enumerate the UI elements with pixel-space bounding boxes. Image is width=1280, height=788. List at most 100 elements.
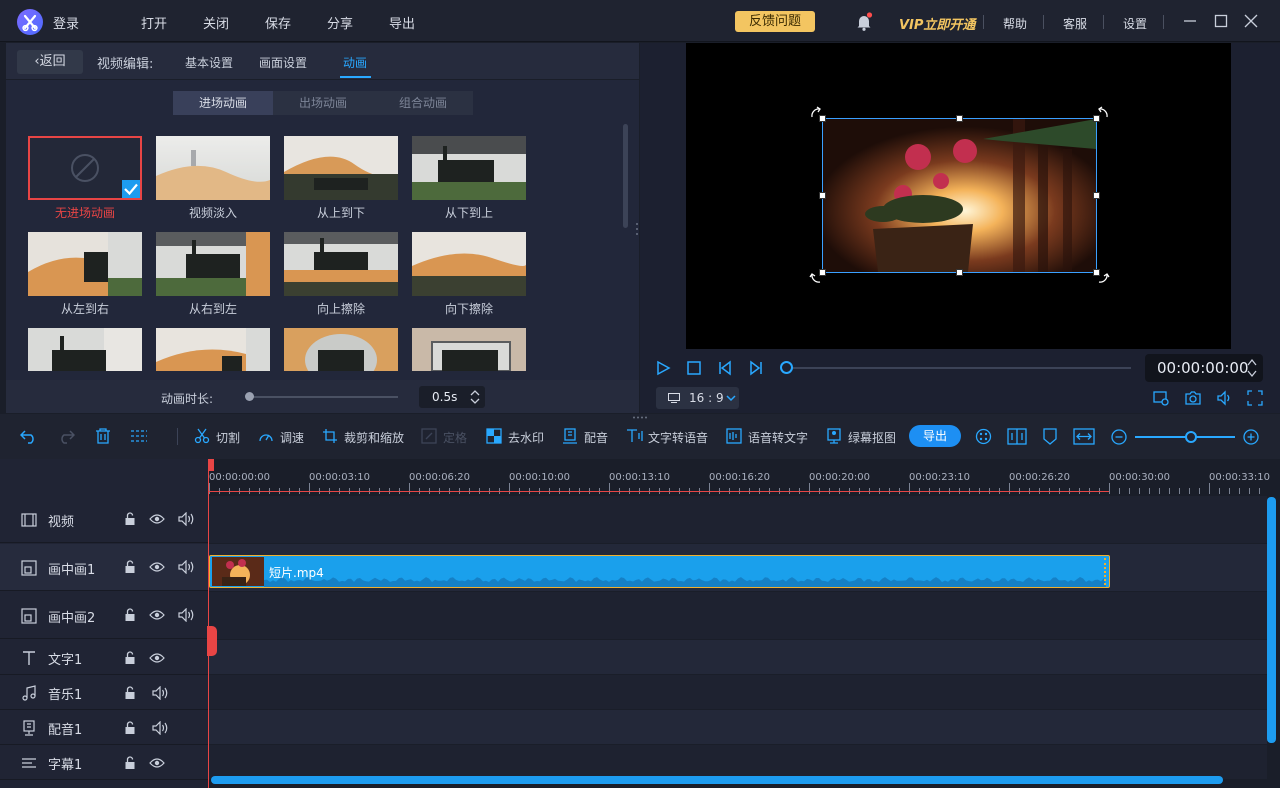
playhead[interactable] [208, 459, 209, 788]
track-row-subtitle1[interactable] [209, 745, 1267, 779]
crop-icon[interactable] [322, 428, 338, 444]
aspect-ratio-select[interactable]: 16 : 9 [656, 387, 739, 409]
eye-icon[interactable] [149, 609, 165, 621]
properties-icon[interactable] [130, 428, 148, 444]
subtab-entrance[interactable]: 进场动画 [173, 91, 273, 115]
track-row-text1[interactable] [209, 640, 1267, 674]
menu-close[interactable]: 关闭 [203, 13, 229, 32]
cut-button[interactable]: 切割 [216, 429, 240, 446]
rotate-handle-icon[interactable] [1096, 271, 1110, 285]
track-row-video[interactable] [209, 496, 1267, 543]
vip-upgrade-link[interactable]: VIP立即开通 [899, 14, 975, 33]
feedback-button[interactable]: 反馈问题 [735, 11, 815, 32]
marker-icon[interactable] [1043, 428, 1057, 445]
resize-handle[interactable] [1093, 192, 1100, 199]
tab-basic-settings[interactable]: 基本设置 [185, 54, 233, 71]
crop-zoom-button[interactable]: 裁剪和缩放 [344, 429, 404, 446]
minimize-icon[interactable] [1183, 14, 1197, 28]
animation-thumb-wipe-up[interactable] [284, 232, 398, 296]
volume-icon[interactable] [178, 608, 195, 622]
green-screen-icon[interactable] [826, 428, 842, 444]
zoom-slider-handle[interactable] [1185, 431, 1197, 443]
track-row-pip2[interactable] [209, 592, 1267, 639]
animation-thumb-wipe-down[interactable] [412, 232, 526, 296]
eye-icon[interactable] [149, 757, 165, 769]
green-screen-button[interactable]: 绿幕抠图 [848, 429, 896, 446]
splitter-dots-icon[interactable] [632, 416, 648, 419]
notification-bell-icon[interactable] [855, 12, 873, 32]
help-link[interactable]: 帮助 [1003, 15, 1027, 32]
animation-thumb-fade-in[interactable] [156, 136, 270, 200]
timeline-clip[interactable]: 短片.mp4 [209, 555, 1110, 588]
delete-icon[interactable] [95, 428, 111, 444]
watermark-icon[interactable] [486, 428, 502, 444]
animation-thumb-left-right[interactable] [28, 232, 142, 296]
speed-icon[interactable] [258, 429, 274, 445]
play-icon[interactable] [655, 360, 671, 376]
lock-icon[interactable] [124, 721, 136, 735]
animation-thumb[interactable] [412, 328, 526, 371]
split-screen-icon[interactable] [1007, 428, 1027, 445]
lock-icon[interactable] [124, 608, 136, 622]
tab-picture-settings[interactable]: 画面设置 [259, 54, 307, 71]
fullscreen-icon[interactable] [1247, 390, 1263, 406]
remove-watermark-button[interactable]: 去水印 [508, 429, 544, 446]
volume-icon[interactable] [178, 560, 195, 574]
volume-icon[interactable] [1216, 390, 1232, 406]
eye-icon[interactable] [149, 513, 165, 525]
resize-handle[interactable] [819, 192, 826, 199]
tab-animation[interactable]: 动画 [343, 54, 367, 71]
rotate-handle-icon[interactable] [809, 271, 823, 285]
duration-slider-handle[interactable] [245, 392, 254, 401]
camera-icon[interactable] [1185, 390, 1201, 406]
text-to-speech-icon[interactable] [626, 428, 644, 444]
timeline-vertical-scrollbar[interactable] [1267, 497, 1276, 743]
subtab-combo[interactable]: 组合动画 [373, 91, 473, 115]
mosaic-icon[interactable] [975, 428, 992, 445]
timecode-stepper-icon[interactable] [1246, 357, 1258, 379]
playhead-top-marker[interactable] [208, 459, 214, 471]
panel-splitter-handle[interactable] [635, 222, 639, 236]
fit-timeline-icon[interactable] [1073, 428, 1095, 445]
rotate-handle-icon[interactable] [809, 106, 823, 120]
subtab-exit[interactable]: 出场动画 [273, 91, 373, 115]
playhead-drag-handle[interactable] [207, 626, 217, 656]
duration-slider-track[interactable] [248, 396, 398, 398]
volume-icon[interactable] [152, 686, 169, 700]
eye-icon[interactable] [149, 652, 165, 664]
panel-scrollbar[interactable] [623, 124, 628, 228]
stepper-arrows-icon[interactable] [469, 388, 481, 406]
menu-export[interactable]: 导出 [389, 13, 415, 32]
scissors-icon[interactable] [194, 428, 210, 444]
menu-open[interactable]: 打开 [141, 13, 167, 32]
zoom-in-icon[interactable] [1243, 429, 1259, 445]
stop-icon[interactable] [686, 360, 702, 376]
animation-thumb-right-left[interactable] [156, 232, 270, 296]
support-link[interactable]: 客服 [1063, 15, 1087, 32]
lock-icon[interactable] [124, 756, 136, 770]
lock-icon[interactable] [124, 560, 136, 574]
animation-thumb-top-down[interactable] [284, 136, 398, 200]
dubbing-icon[interactable] [562, 428, 578, 444]
dubbing-button[interactable]: 配音 [584, 429, 608, 446]
export-button[interactable]: 导出 [909, 425, 961, 447]
track-row-dubbing1[interactable] [209, 710, 1267, 744]
maximize-icon[interactable] [1214, 14, 1228, 28]
animation-thumb[interactable] [284, 328, 398, 371]
eye-icon[interactable] [149, 561, 165, 573]
timeline-horizontal-scrollbar[interactable] [211, 776, 1223, 784]
close-icon[interactable] [1244, 14, 1258, 28]
volume-icon[interactable] [152, 721, 169, 735]
animation-thumb[interactable] [28, 328, 142, 371]
volume-icon[interactable] [178, 512, 195, 526]
settings-link[interactable]: 设置 [1123, 15, 1147, 32]
text-to-speech-button[interactable]: 文字转语音 [648, 429, 708, 446]
back-button[interactable]: ‹返回 [17, 50, 83, 74]
previous-frame-icon[interactable] [717, 360, 733, 376]
resize-handle[interactable] [956, 269, 963, 276]
lock-icon[interactable] [124, 651, 136, 665]
speech-to-text-icon[interactable] [726, 428, 742, 444]
zoom-out-icon[interactable] [1111, 429, 1127, 445]
playback-progress-handle[interactable] [780, 361, 793, 374]
menu-save[interactable]: 保存 [265, 13, 291, 32]
